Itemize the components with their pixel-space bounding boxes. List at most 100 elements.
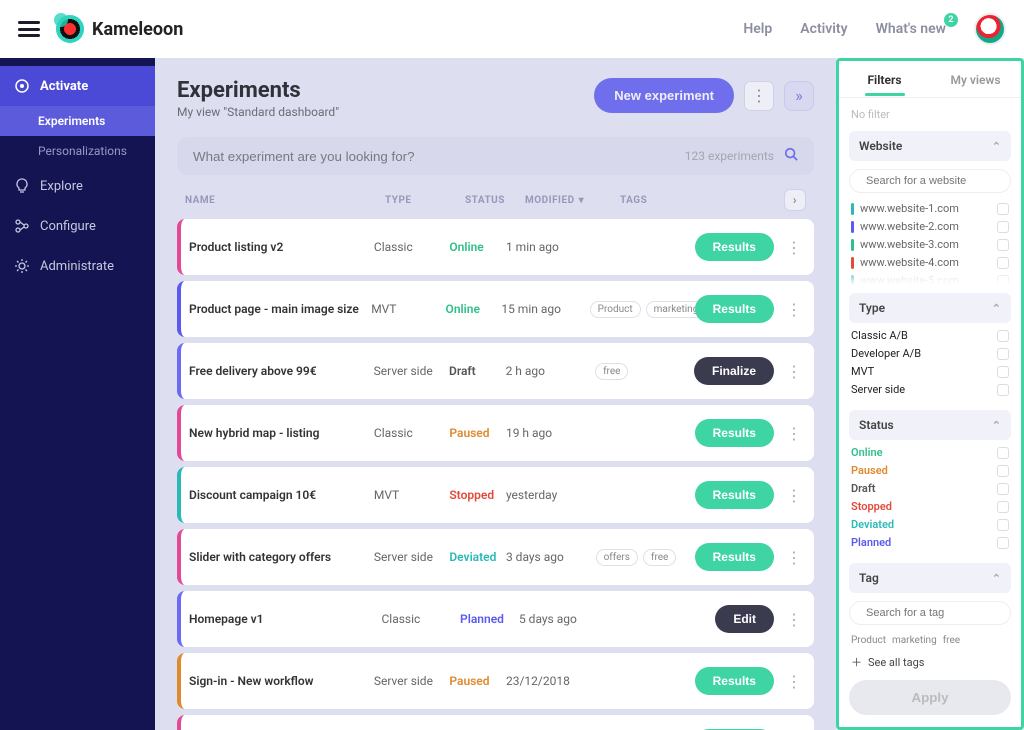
sidebar-item-personalizations[interactable]: Personalizations bbox=[0, 136, 155, 166]
website-option[interactable]: www.website-2.com bbox=[849, 219, 1011, 234]
type-option[interactable]: Developer A/B bbox=[851, 347, 1009, 360]
row-action-button[interactable]: Edit bbox=[715, 605, 774, 633]
status-option[interactable]: Planned bbox=[851, 536, 1009, 549]
checkbox[interactable] bbox=[997, 501, 1009, 513]
table-row[interactable]: Sign-in - New workflow Server side Pause… bbox=[177, 653, 814, 709]
table-body: Product listing v2 Classic Online 1 min … bbox=[177, 219, 814, 730]
checkbox[interactable] bbox=[997, 203, 1009, 215]
columns-next-button[interactable]: › bbox=[784, 189, 806, 211]
help-link[interactable]: Help bbox=[743, 21, 772, 37]
checkbox[interactable] bbox=[997, 537, 1009, 549]
col-type[interactable]: TYPE bbox=[385, 195, 465, 206]
checkbox[interactable] bbox=[997, 519, 1009, 531]
row-more-button[interactable]: ⋮ bbox=[782, 238, 806, 257]
website-option[interactable]: www.website-3.com bbox=[849, 237, 1011, 252]
row-more-button[interactable]: ⋮ bbox=[782, 486, 806, 505]
type-option[interactable]: MVT bbox=[851, 365, 1009, 378]
status-option[interactable]: Draft bbox=[851, 482, 1009, 495]
table-row[interactable]: Slider with category offers Server side … bbox=[177, 529, 814, 585]
row-more-button[interactable]: ⋮ bbox=[782, 300, 806, 319]
more-button[interactable]: ⋮ bbox=[744, 81, 774, 111]
checkbox[interactable] bbox=[997, 384, 1009, 396]
search-input[interactable] bbox=[193, 149, 685, 164]
tag-search-input[interactable] bbox=[866, 607, 1008, 619]
col-modified[interactable]: MODIFIED▾ bbox=[525, 195, 620, 206]
row-action-button[interactable]: Results bbox=[695, 295, 774, 323]
type-option[interactable]: Server side bbox=[851, 383, 1009, 396]
activity-link[interactable]: Activity bbox=[800, 21, 847, 37]
apply-button[interactable]: Apply bbox=[849, 680, 1011, 715]
filter-website-header[interactable]: Website⌃ bbox=[849, 131, 1011, 161]
tag-option[interactable]: free bbox=[943, 635, 960, 646]
status-option[interactable]: Paused bbox=[851, 464, 1009, 477]
filter-status-header[interactable]: Status⌃ bbox=[849, 410, 1011, 440]
tag-option[interactable]: marketing bbox=[892, 635, 937, 646]
row-tags: Productmarketing bbox=[590, 301, 695, 318]
status-option[interactable]: Online bbox=[851, 446, 1009, 459]
checkbox[interactable] bbox=[997, 239, 1009, 251]
row-more-button[interactable]: ⋮ bbox=[782, 672, 806, 691]
row-action-button[interactable]: Results bbox=[695, 419, 774, 447]
tab-my-views[interactable]: My views bbox=[930, 61, 1021, 97]
table-row[interactable]: Split test - new website Classic Paused … bbox=[177, 715, 814, 730]
row-modified: 5 days ago bbox=[519, 612, 612, 626]
see-all-tags[interactable]: ＋See all tags bbox=[849, 652, 1011, 672]
checkbox[interactable] bbox=[997, 465, 1009, 477]
col-name[interactable]: NAME bbox=[185, 195, 385, 206]
sidebar-item-administrate[interactable]: Administrate bbox=[0, 246, 155, 286]
col-tags[interactable]: TAGS bbox=[620, 195, 725, 206]
filter-tag-header[interactable]: Tag⌃ bbox=[849, 563, 1011, 593]
search-icon[interactable] bbox=[784, 147, 798, 165]
website-search-input[interactable] bbox=[866, 175, 1008, 187]
col-status[interactable]: STATUS bbox=[465, 195, 525, 206]
checkbox[interactable] bbox=[997, 257, 1009, 269]
menu-toggle[interactable] bbox=[18, 21, 40, 37]
avatar[interactable] bbox=[974, 13, 1006, 45]
table-row[interactable]: Product page - main image size MVT Onlin… bbox=[177, 281, 814, 337]
tab-filters[interactable]: Filters bbox=[839, 61, 930, 97]
table-row[interactable]: Product listing v2 Classic Online 1 min … bbox=[177, 219, 814, 275]
sidebar-label: Administrate bbox=[40, 259, 114, 274]
status-option[interactable]: Deviated bbox=[851, 518, 1009, 531]
expand-panel-button[interactable]: » bbox=[784, 81, 814, 111]
checkbox[interactable] bbox=[997, 483, 1009, 495]
row-action-button[interactable]: Results bbox=[695, 543, 774, 571]
tag-search[interactable] bbox=[849, 601, 1011, 625]
search-bar[interactable]: 123 experiments bbox=[177, 137, 814, 175]
row-more-button[interactable]: ⋮ bbox=[782, 424, 806, 443]
row-action-button[interactable]: Finalize bbox=[694, 357, 774, 385]
website-option[interactable]: www.website-4.com bbox=[849, 255, 1011, 270]
table-row[interactable]: New hybrid map - listing Classic Paused … bbox=[177, 405, 814, 461]
table-row[interactable]: Discount campaign 10€ MVT Stopped yester… bbox=[177, 467, 814, 523]
sidebar-item-configure[interactable]: Configure bbox=[0, 206, 155, 246]
row-action-button[interactable]: Results bbox=[695, 233, 774, 261]
sidebar-item-experiments[interactable]: Experiments bbox=[0, 106, 155, 136]
sidebar-item-activate[interactable]: Activate bbox=[0, 66, 155, 106]
chevron-up-icon: ⌃ bbox=[992, 302, 1001, 315]
row-more-button[interactable]: ⋮ bbox=[782, 548, 806, 567]
checkbox[interactable] bbox=[997, 348, 1009, 360]
status-option[interactable]: Stopped bbox=[851, 500, 1009, 513]
whatsnew-link[interactable]: What's new 2 bbox=[876, 21, 946, 37]
new-experiment-button[interactable]: New experiment bbox=[594, 78, 734, 113]
row-more-button[interactable]: ⋮ bbox=[782, 362, 806, 381]
logo[interactable]: Kameleoon bbox=[56, 15, 183, 43]
table-row[interactable]: Free delivery above 99€ Server side Draf… bbox=[177, 343, 814, 399]
row-action-button[interactable]: Results bbox=[695, 667, 774, 695]
checkbox[interactable] bbox=[997, 221, 1009, 233]
checkbox[interactable] bbox=[997, 330, 1009, 342]
tag-option[interactable]: Product bbox=[851, 635, 886, 646]
checkbox[interactable] bbox=[997, 366, 1009, 378]
website-option[interactable]: www.website-1.com bbox=[849, 201, 1011, 216]
table-row[interactable]: Homepage v1 Classic Planned 5 days ago E… bbox=[177, 591, 814, 647]
checkbox[interactable] bbox=[997, 447, 1009, 459]
type-option[interactable]: Classic A/B bbox=[851, 329, 1009, 342]
website-search[interactable] bbox=[849, 169, 1011, 193]
website-option[interactable]: www.website-5.com bbox=[849, 273, 1011, 285]
chevron-up-icon: ⌃ bbox=[992, 419, 1001, 432]
sidebar-item-explore[interactable]: Explore bbox=[0, 166, 155, 206]
row-action-button[interactable]: Results bbox=[695, 481, 774, 509]
checkbox[interactable] bbox=[997, 275, 1009, 286]
filter-type-header[interactable]: Type⌃ bbox=[849, 293, 1011, 323]
row-more-button[interactable]: ⋮ bbox=[782, 610, 806, 629]
